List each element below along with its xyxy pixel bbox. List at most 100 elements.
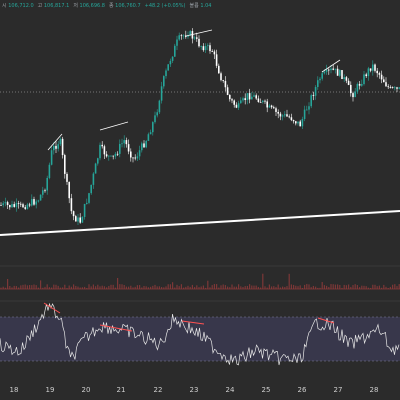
- volume-bar: [328, 286, 330, 289]
- candle-body: [59, 138, 62, 145]
- volume-bar: [57, 285, 59, 289]
- volume-bar: [260, 287, 262, 289]
- volume-bar: [295, 285, 297, 289]
- candle-body: [116, 153, 119, 155]
- volume-bar: [123, 284, 125, 289]
- volume-bar: [158, 286, 160, 289]
- volume-bar: [374, 284, 376, 289]
- candle-body: [110, 155, 112, 157]
- volume-bar: [207, 280, 209, 289]
- volume-bar: [348, 284, 350, 289]
- candle-body: [24, 207, 26, 209]
- volume-bar: [301, 287, 303, 289]
- chart-window: 시 106,712.0 고 106,817.1 저 106,696.8 종 10…: [0, 0, 400, 400]
- candle-body: [233, 100, 235, 105]
- candle-body: [319, 78, 321, 81]
- candle-body: [79, 217, 81, 223]
- candle-body: [336, 68, 339, 76]
- volume-bar: [343, 284, 345, 289]
- volume-bar: [383, 284, 385, 289]
- volume-bar: [293, 284, 295, 289]
- candlestick-series: [0, 28, 400, 225]
- candle-body: [231, 99, 233, 101]
- candle-body: [72, 211, 75, 217]
- volume-bar: [108, 285, 110, 289]
- volume-bar: [53, 284, 55, 289]
- volume-bar: [394, 284, 396, 289]
- volume-bar: [370, 287, 372, 289]
- candle-body: [198, 38, 200, 47]
- x-tick: 18: [9, 386, 19, 394]
- candle-body: [13, 204, 15, 207]
- candle-body: [97, 158, 99, 164]
- candle-body: [270, 105, 273, 108]
- candle-body: [20, 203, 22, 205]
- volume-bar: [15, 286, 17, 289]
- volume-bar: [79, 287, 81, 289]
- volume-bar: [242, 287, 244, 289]
- candle-body: [42, 190, 44, 195]
- candle-body: [372, 64, 374, 71]
- volume-bar: [275, 287, 277, 289]
- candle-body: [396, 87, 398, 89]
- volume-bar: [169, 284, 171, 289]
- volume-bar: [152, 285, 154, 289]
- volume-bar: [13, 285, 15, 289]
- candle-body: [37, 200, 40, 202]
- candle-body: [334, 68, 337, 70]
- candle-body: [132, 157, 134, 159]
- volume-bar: [44, 286, 46, 289]
- volume-bar: [299, 285, 301, 289]
- x-tick: 21: [116, 386, 126, 394]
- volume-bar: [312, 285, 314, 289]
- candle-body: [2, 203, 4, 206]
- candle-body: [143, 143, 145, 148]
- volume-bar: [114, 287, 116, 289]
- candle-body: [365, 74, 367, 77]
- candle-body: [9, 205, 11, 208]
- candle-body: [171, 56, 174, 61]
- volume-bar: [9, 285, 11, 289]
- candle-body: [207, 45, 209, 47]
- volume-bar: [200, 286, 202, 289]
- volume-bar: [156, 286, 158, 289]
- candle-body: [341, 70, 343, 79]
- volume-bar: [167, 284, 169, 289]
- candle-body: [286, 114, 288, 117]
- candle-body: [288, 116, 290, 118]
- candle-body: [196, 37, 198, 39]
- volume-bar: [310, 287, 312, 289]
- support-trendline[interactable]: [0, 210, 400, 236]
- volume-bar: [55, 284, 57, 289]
- volume-bar: [112, 284, 114, 289]
- candle-body: [317, 80, 319, 87]
- volume-bar: [172, 282, 174, 289]
- price-chart-canvas[interactable]: [0, 0, 400, 384]
- volume-bar: [106, 287, 108, 289]
- volume-bar: [37, 287, 39, 289]
- volume-bar: [121, 284, 123, 289]
- volume-bar: [139, 285, 141, 289]
- volume-bar: [381, 287, 383, 289]
- candle-body: [152, 122, 154, 133]
- candle-body: [141, 143, 143, 151]
- candle-body: [68, 181, 70, 199]
- volume-bar: [165, 286, 167, 289]
- candle-body: [290, 117, 293, 121]
- volume-bar: [244, 286, 246, 289]
- candle-body: [0, 205, 2, 206]
- candle-body: [123, 140, 125, 144]
- candle-body: [119, 143, 121, 154]
- candle-body: [383, 79, 385, 83]
- volume-bar: [332, 284, 334, 289]
- candle-body: [356, 83, 359, 92]
- volume-bar: [147, 287, 149, 289]
- volume-bar: [339, 284, 341, 289]
- volume-bar: [268, 284, 270, 289]
- volume-bar: [216, 284, 218, 289]
- candle-body: [39, 194, 42, 201]
- volume-bar: [101, 285, 103, 289]
- volume-bar: [286, 286, 288, 289]
- volume-bar: [367, 287, 369, 289]
- candle-body: [281, 115, 284, 117]
